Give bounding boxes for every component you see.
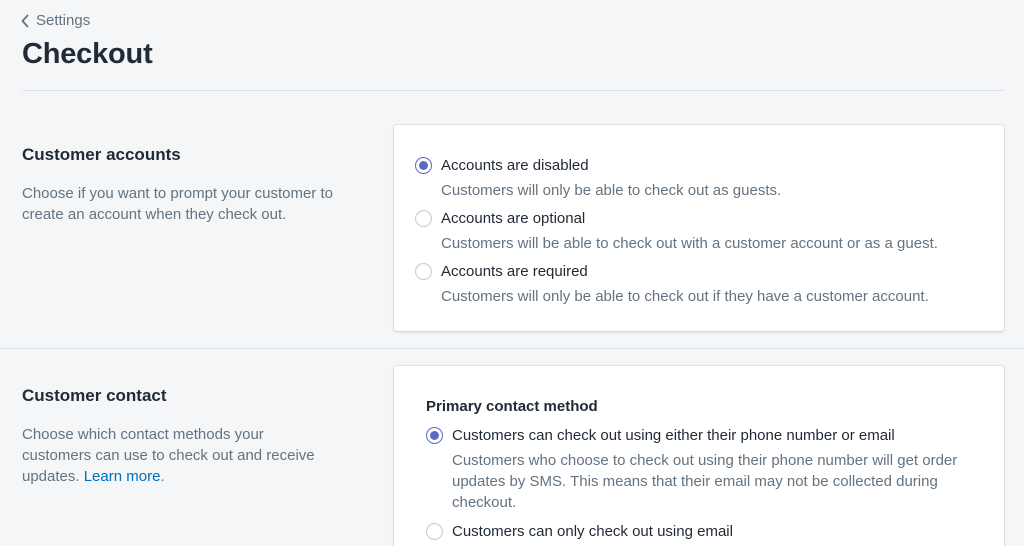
customer-accounts-description: Choose if you want to prompt your custom… [22, 185, 333, 223]
option-help-text: Customers will be able to check out with… [441, 235, 938, 252]
customer-contact-annotation: Customer contact Choose which contact me… [22, 386, 332, 487]
radio-button[interactable] [426, 523, 443, 540]
customer-contact-card: Primary contact method Customers can che… [394, 366, 1004, 546]
radio-button[interactable] [415, 210, 432, 227]
description-period: . [160, 468, 165, 485]
customer-contact-heading: Customer contact [22, 386, 167, 405]
customer-accounts-card: Accounts are disabled Customers will onl… [394, 125, 1004, 331]
learn-more-link[interactable]: Learn more [84, 468, 161, 485]
option-help-text: Customers who choose to check out using … [452, 452, 958, 511]
section-divider [0, 348, 1024, 349]
option-label: Accounts are disabled [441, 157, 589, 174]
customer-accounts-annotation: Customer accounts Choose if you want to … [22, 145, 342, 225]
option-label: Accounts are required [441, 263, 588, 280]
option-help-text: Customers will only be able to check out… [441, 288, 929, 305]
radio-button[interactable] [426, 427, 443, 444]
radio-button[interactable] [415, 263, 432, 280]
checkout-settings-page: Settings Checkout Customer accounts Choo… [0, 0, 1024, 546]
primary-contact-heading: Primary contact method [426, 398, 598, 415]
description-text: Choose which contact methods your custom… [22, 426, 315, 485]
radio-contact-phone-or-email[interactable]: Customers can check out using either the… [426, 426, 984, 513]
chevron-left-icon [21, 14, 29, 27]
radio-accounts-required[interactable]: Accounts are required Customers will onl… [415, 262, 984, 307]
header-divider [22, 90, 1004, 91]
radio-contact-email-only[interactable]: Customers can only check out using email [426, 522, 984, 541]
radio-accounts-optional[interactable]: Accounts are optional Customers will be … [415, 209, 984, 254]
breadcrumb-settings[interactable]: Settings [20, 12, 90, 29]
option-label: Accounts are optional [441, 210, 586, 227]
customer-accounts-heading: Customer accounts [22, 145, 181, 164]
radio-accounts-disabled[interactable]: Accounts are disabled Customers will onl… [415, 156, 984, 201]
option-label: Customers can only check out using email [452, 523, 733, 540]
option-label: Customers can check out using either the… [452, 427, 895, 444]
breadcrumb-label: Settings [36, 12, 91, 29]
page-title: Checkout [22, 38, 153, 70]
option-help-text: Customers will only be able to check out… [441, 182, 782, 199]
radio-button[interactable] [415, 157, 432, 174]
customer-contact-description: Choose which contact methods your custom… [22, 424, 332, 487]
